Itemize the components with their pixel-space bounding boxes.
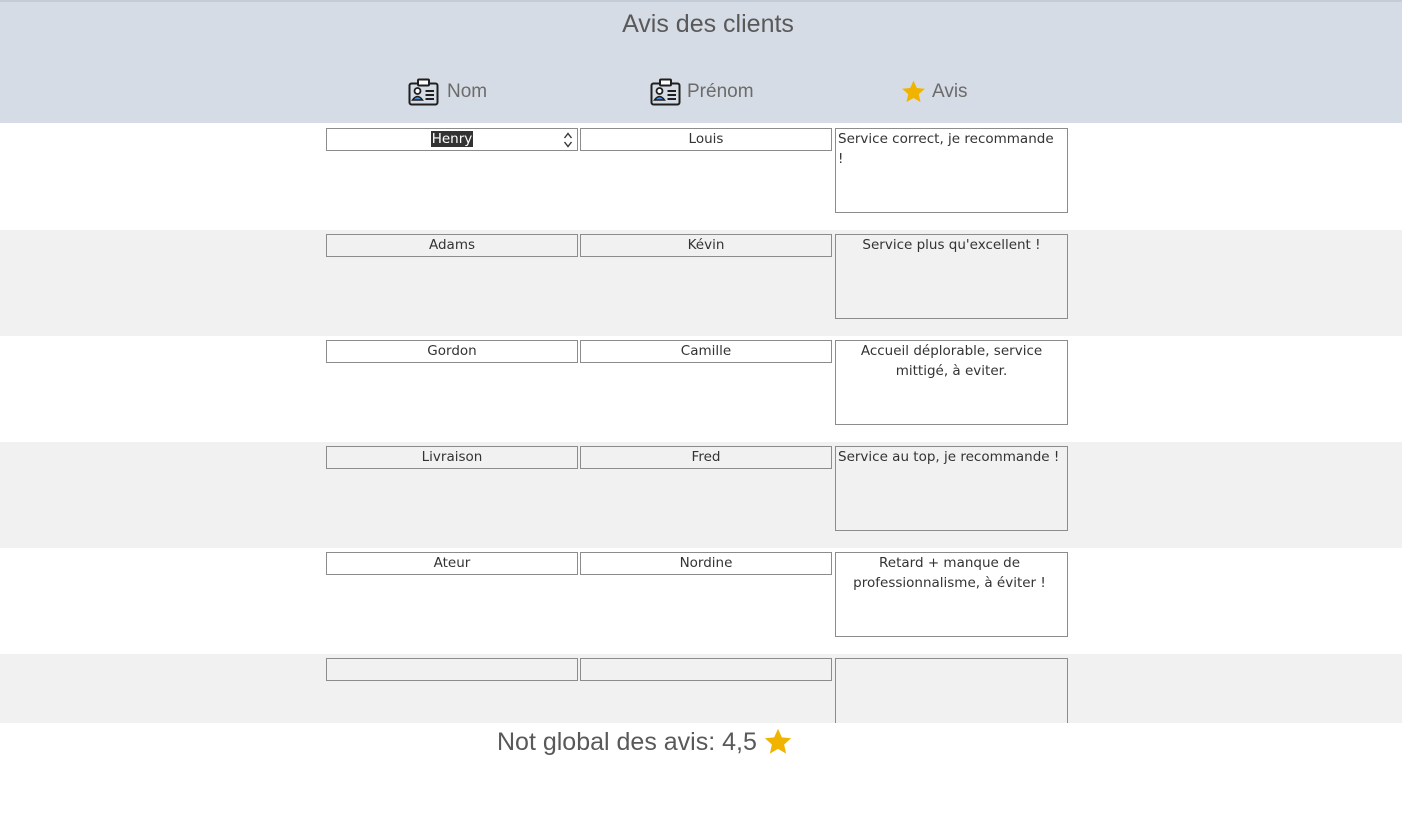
id-badge-icon bbox=[408, 78, 439, 106]
spinner-icon[interactable] bbox=[563, 130, 573, 150]
avis-field[interactable] bbox=[835, 658, 1068, 723]
star-icon bbox=[763, 727, 793, 757]
prenom-field[interactable]: Camille bbox=[580, 340, 832, 363]
table-row: Henry Louis Service correct, je recomman… bbox=[0, 124, 1402, 230]
avis-field[interactable]: Service plus qu'excellent ! bbox=[835, 234, 1068, 319]
column-header-prenom: Prénom bbox=[650, 76, 754, 108]
id-badge-icon bbox=[650, 78, 681, 106]
prenom-field[interactable]: Fred bbox=[580, 446, 832, 469]
nom-value: Henry bbox=[430, 131, 474, 147]
nom-field[interactable]: Adams bbox=[326, 234, 578, 257]
page-title: Avis des clients bbox=[622, 10, 794, 38]
table-row: Gordon Camille Accueil déplorable, servi… bbox=[0, 336, 1402, 442]
prenom-field[interactable] bbox=[580, 658, 832, 681]
column-header-nom: Nom bbox=[408, 76, 487, 108]
avis-field[interactable]: Service correct, je recommande ! bbox=[835, 128, 1068, 213]
prenom-field[interactable]: Kévin bbox=[580, 234, 832, 257]
prenom-field[interactable]: Louis bbox=[580, 128, 832, 151]
star-icon bbox=[900, 79, 927, 105]
global-rating: Not global des avis: 4,5 bbox=[497, 727, 793, 757]
nom-field[interactable]: Ateur bbox=[326, 552, 578, 575]
avis-field[interactable]: Accueil déplorable, service mittigé, à e… bbox=[835, 340, 1068, 425]
column-header-label: Nom bbox=[447, 81, 488, 102]
header-bar: Avis des clients Nom Prénom Avis bbox=[0, 0, 1402, 123]
prenom-field[interactable]: Nordine bbox=[580, 552, 832, 575]
nom-field[interactable]: Livraison bbox=[326, 446, 578, 469]
avis-field[interactable]: Retard + manque de professionnalisme, à … bbox=[835, 552, 1068, 637]
avis-field[interactable]: Service au top, je recommande ! bbox=[835, 446, 1068, 531]
table-row: Livraison Fred Service au top, je recomm… bbox=[0, 442, 1402, 548]
table-row: Adams Kévin Service plus qu'excellent ! bbox=[0, 230, 1402, 336]
table-row bbox=[0, 654, 1402, 723]
column-header-label: Avis bbox=[932, 81, 968, 102]
nom-field[interactable]: Gordon bbox=[326, 340, 578, 363]
table-row: Ateur Nordine Retard + manque de profess… bbox=[0, 548, 1402, 654]
column-header-avis: Avis bbox=[900, 76, 968, 108]
nom-field[interactable] bbox=[326, 658, 578, 681]
column-header-label: Prénom bbox=[687, 81, 754, 102]
global-rating-label: Not global des avis: 4,5 bbox=[497, 727, 757, 756]
nom-field[interactable]: Henry bbox=[326, 128, 578, 151]
